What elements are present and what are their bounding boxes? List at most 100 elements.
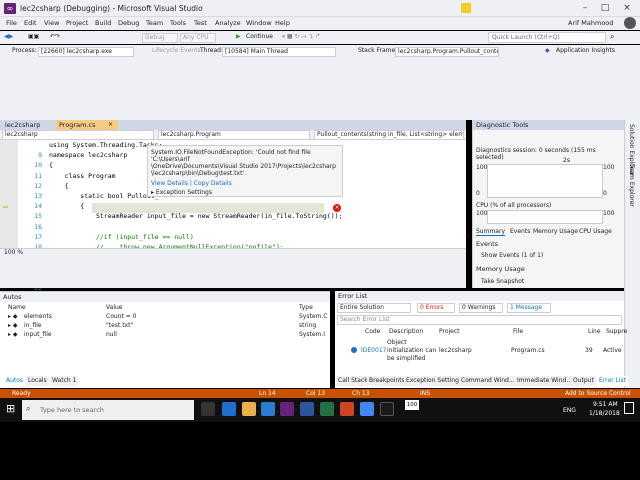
- menu-build[interactable]: Build: [95, 19, 111, 27]
- menu-help[interactable]: Help: [275, 19, 290, 27]
- debug-controls-icon[interactable]: ⏸ ■ ↻ → ↴ ↱: [282, 32, 320, 42]
- maximize-button[interactable]: □: [598, 2, 612, 14]
- thread-dropdown[interactable]: [10584] Main Thread: [222, 47, 336, 57]
- process-dropdown[interactable]: [22660] lec2csharp.exe: [38, 47, 134, 57]
- copy-details-link[interactable]: Copy Details: [194, 180, 232, 187]
- tab-memory-usage[interactable]: Memory Usage: [533, 228, 578, 235]
- cpu-graph[interactable]: [487, 210, 603, 224]
- close-tab-icon[interactable]: ×: [108, 121, 113, 128]
- tab-solution[interactable]: lec2csharp: [2, 120, 52, 130]
- continue-button[interactable]: Continue: [246, 32, 273, 42]
- events-graph[interactable]: [487, 164, 603, 198]
- tab-command-window[interactable]: Command Wind...: [459, 376, 517, 386]
- err-col-code[interactable]: Code: [365, 328, 380, 335]
- excel-icon[interactable]: [320, 402, 334, 416]
- column-type[interactable]: Type: [299, 304, 313, 311]
- quick-launch-input[interactable]: Quick Launch (Ctrl+Q): [488, 32, 606, 43]
- clock-time[interactable]: 9:51 AM: [593, 401, 618, 408]
- minimize-button[interactable]: –: [578, 2, 592, 14]
- menu-debug[interactable]: Debug: [118, 19, 139, 27]
- visual-studio-taskbar-icon[interactable]: [280, 402, 294, 416]
- tab-output[interactable]: Output: [571, 376, 596, 386]
- tab-watch-1[interactable]: Watch 1: [50, 376, 79, 386]
- code-line[interactable]: //if (input_file == null): [49, 233, 194, 241]
- back-icon[interactable]: ◀▶: [4, 32, 13, 42]
- tab-exception-settings[interactable]: Exception Settings: [404, 376, 465, 386]
- undo-icon[interactable]: ↶↷: [50, 32, 60, 42]
- terminal-icon[interactable]: [380, 402, 394, 416]
- autos-row-name[interactable]: elements: [24, 313, 52, 320]
- platform-dropdown[interactable]: Any CPU: [180, 33, 216, 43]
- code-line[interactable]: using System.Threading.Tasks;: [49, 141, 163, 149]
- windows-start-icon[interactable]: ⊞: [6, 403, 18, 415]
- menu-team[interactable]: Team: [146, 19, 163, 27]
- warnings-filter-button[interactable]: 0 Warnings: [459, 303, 503, 313]
- err-col-suppression[interactable]: Suppre: [606, 328, 627, 335]
- code-line[interactable]: StreamReader input_file = new StreamRead…: [49, 212, 343, 220]
- view-details-link[interactable]: View Details: [151, 180, 188, 187]
- clock-date[interactable]: 1/18/2018: [589, 410, 620, 417]
- show-events-link[interactable]: Show Events (1 of 1): [481, 252, 543, 259]
- tab-breakpoints[interactable]: Breakpoints: [367, 376, 407, 386]
- autos-row-type[interactable]: string: [299, 322, 316, 329]
- code-line[interactable]: class Program: [49, 172, 116, 180]
- config-dropdown[interactable]: Debug: [142, 33, 178, 43]
- feedback-icon[interactable]: [461, 3, 471, 13]
- close-button[interactable]: ×: [620, 2, 634, 14]
- autos-row-value[interactable]: "test.txt": [106, 322, 133, 329]
- tab-cpu-usage[interactable]: CPU Usage: [579, 228, 612, 235]
- expand-variable-icon[interactable]: ▸ ◆: [8, 313, 18, 320]
- class-dropdown[interactable]: lec2csharp.Program: [158, 130, 310, 140]
- tab-autos[interactable]: Autos: [4, 376, 26, 386]
- add-to-source-control-button[interactable]: Add to Source Control: [565, 390, 631, 397]
- exception-settings-link[interactable]: Exception Settings: [156, 189, 212, 196]
- autos-row-name[interactable]: input_file: [24, 331, 52, 338]
- autos-row-value[interactable]: null: [106, 331, 117, 338]
- tab-summary[interactable]: Summary: [476, 228, 505, 236]
- powerpoint-icon[interactable]: [340, 402, 354, 416]
- language-indicator[interactable]: ENG: [563, 407, 576, 414]
- taskbar-search-box[interactable]: ⌕ Type here to search: [22, 400, 194, 420]
- task-view-icon[interactable]: [201, 402, 215, 416]
- column-name[interactable]: Name: [8, 304, 26, 311]
- autos-row-name[interactable]: in_file: [24, 322, 42, 329]
- user-name[interactable]: Arif Mahmood: [568, 19, 613, 27]
- menu-window[interactable]: Window: [246, 19, 272, 27]
- tab-locals[interactable]: Locals: [26, 376, 49, 386]
- err-col-line[interactable]: Line: [588, 328, 601, 335]
- menu-file[interactable]: File: [6, 19, 17, 27]
- scope-dropdown[interactable]: Entire Solution: [337, 303, 411, 313]
- menu-project[interactable]: Project: [66, 19, 88, 27]
- err-col-file[interactable]: File: [513, 328, 523, 335]
- messages-filter-button[interactable]: 1 Message: [507, 303, 551, 313]
- err-col-description[interactable]: Description: [389, 328, 423, 335]
- search-icon[interactable]: ⌕: [610, 32, 614, 42]
- lifecycle-events[interactable]: Lifecycle Events: [152, 46, 201, 56]
- member-dropdown[interactable]: Pullout_contents(string in_file, List<st…: [314, 130, 464, 140]
- word-icon[interactable]: [300, 402, 314, 416]
- err-col-project[interactable]: Project: [439, 328, 460, 335]
- edge-icon[interactable]: [222, 402, 236, 416]
- take-snapshot-button[interactable]: Take Snapshot: [481, 278, 524, 285]
- menu-tools[interactable]: Tools: [170, 19, 186, 27]
- store-icon[interactable]: [261, 402, 275, 416]
- code-line[interactable]: namespace lec2csharp: [49, 151, 127, 159]
- tab-events[interactable]: Events: [510, 228, 530, 235]
- team-explorer-tab[interactable]: Team Explorer: [628, 164, 635, 207]
- expand-variable-icon[interactable]: ▸ ◆: [8, 322, 18, 329]
- avatar[interactable]: [624, 17, 636, 29]
- tab-immediate-window[interactable]: Immediate Wind...: [515, 376, 575, 386]
- autos-row-value[interactable]: Count = 0: [106, 313, 136, 320]
- notifications-icon[interactable]: [624, 402, 634, 414]
- code-line[interactable]: static bool Pullout_: [49, 192, 158, 200]
- autos-row-type[interactable]: System.I: [299, 331, 325, 338]
- file-explorer-icon[interactable]: [242, 402, 256, 416]
- save-icon[interactable]: ▣▣: [28, 32, 39, 42]
- continue-icon[interactable]: ▶: [236, 32, 241, 42]
- autos-row-type[interactable]: System.C: [299, 313, 327, 320]
- code-line[interactable]: {: [49, 161, 53, 169]
- project-dropdown[interactable]: lec2csharp: [2, 130, 154, 140]
- app-insights-button[interactable]: Application Insights: [556, 46, 615, 56]
- stack-frame-dropdown[interactable]: lec2csharp.Program.Pullout_contents: [395, 47, 499, 57]
- column-value[interactable]: Value: [106, 304, 122, 311]
